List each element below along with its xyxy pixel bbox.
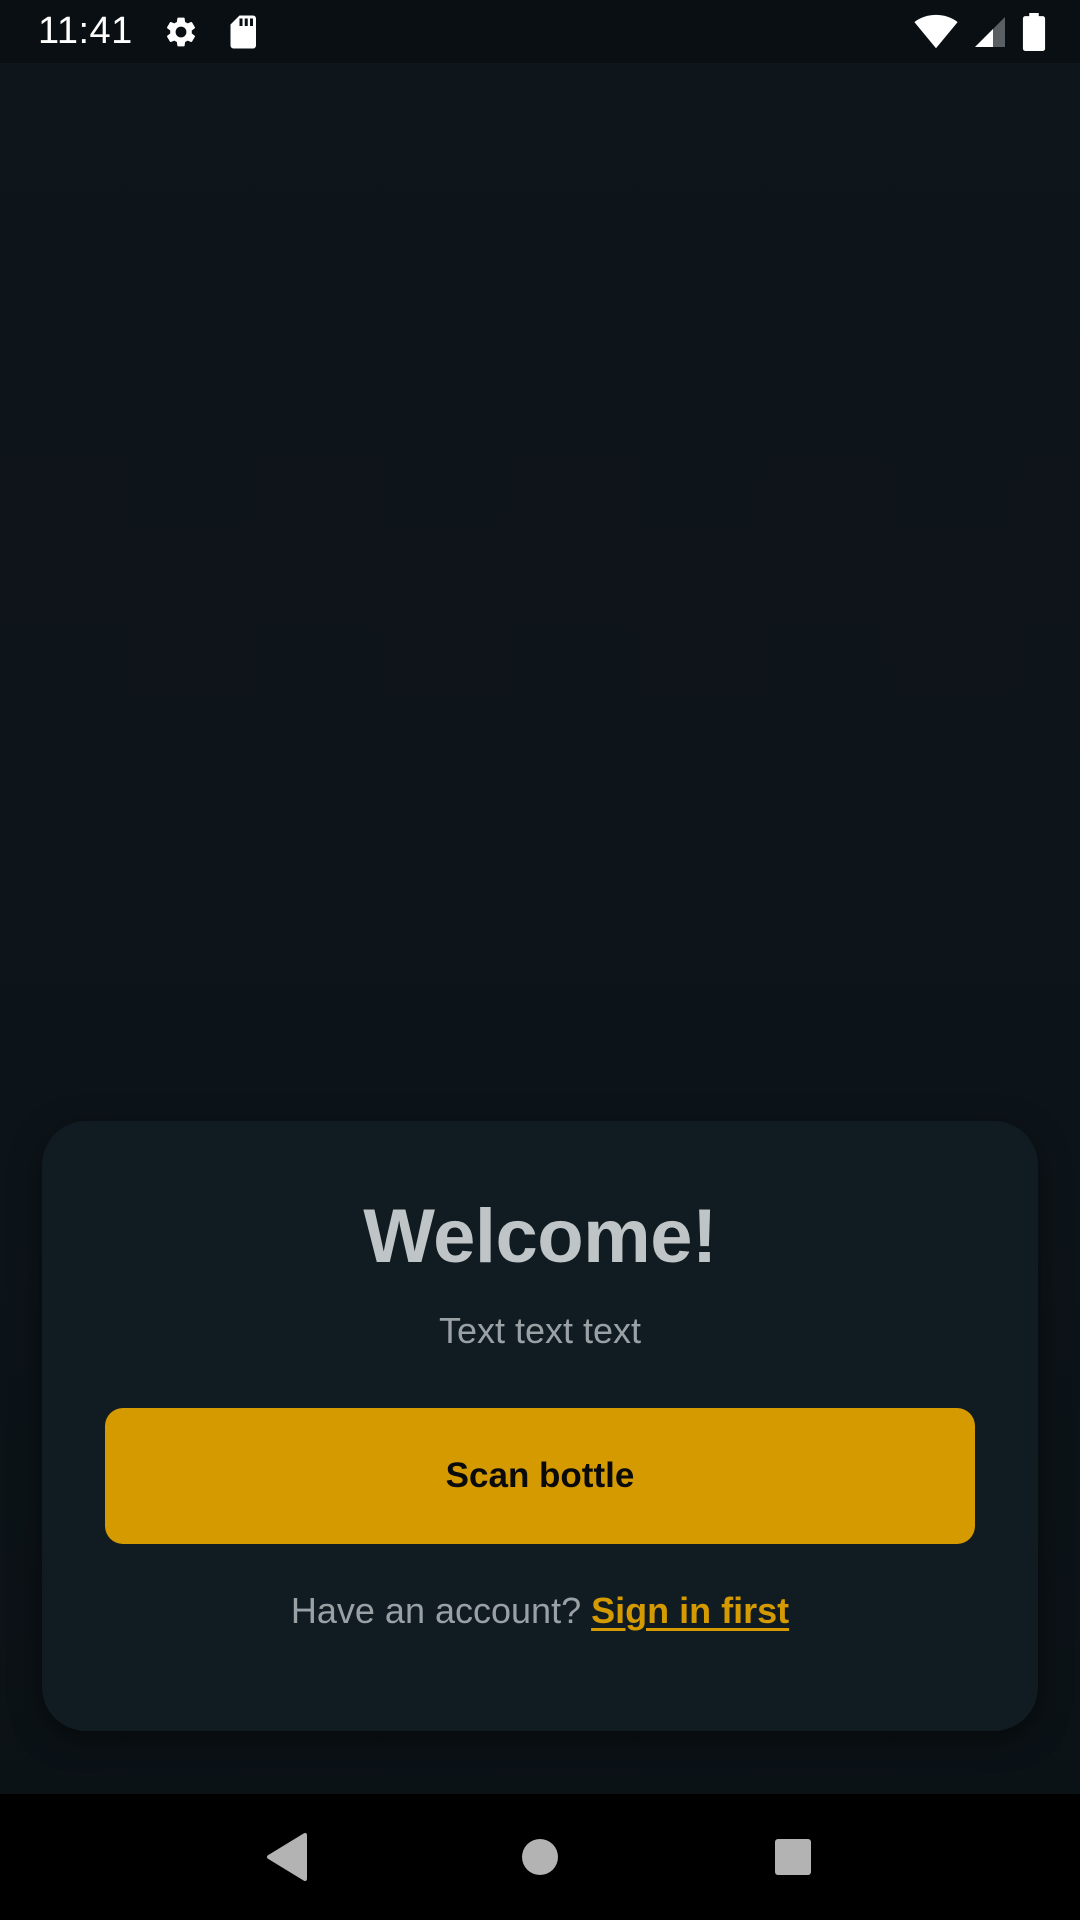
- account-prompt-row: Have an account? Sign in first: [291, 1590, 789, 1632]
- scan-bottle-button[interactable]: Scan bottle: [105, 1408, 975, 1544]
- welcome-subtitle: Text text text: [438, 1310, 642, 1351]
- navigation-bar: [0, 1794, 1080, 1920]
- account-prompt-text: Have an account?: [290, 1590, 582, 1631]
- signal-icon: [972, 14, 1008, 50]
- battery-icon: [1022, 12, 1046, 51]
- recents-icon[interactable]: [753, 1817, 833, 1897]
- sign-in-link[interactable]: Sign in first: [591, 1590, 789, 1632]
- status-bar: 11:41: [0, 0, 1080, 63]
- status-time: 11:41: [38, 10, 133, 52]
- welcome-card: Welcome! Text text text Scan bottle Have…: [42, 1121, 1038, 1731]
- status-right: [914, 12, 1046, 51]
- welcome-title: Welcome!: [363, 1194, 717, 1279]
- sd-card-icon: [229, 14, 259, 50]
- status-left: 11:41: [38, 10, 259, 53]
- home-icon[interactable]: [500, 1817, 580, 1897]
- wifi-icon: [914, 14, 958, 50]
- back-icon[interactable]: [247, 1817, 327, 1897]
- screen: 11:41 Welcome! Text text text Scan bottl…: [0, 0, 1080, 1920]
- settings-icon: [163, 14, 199, 50]
